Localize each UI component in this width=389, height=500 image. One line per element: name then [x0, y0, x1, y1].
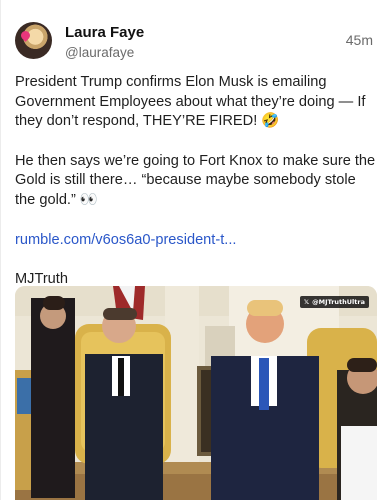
post-card[interactable]: Laura Faye @laurafaye 45m President Trum… [0, 0, 389, 500]
author-display-name[interactable]: Laura Faye [65, 23, 144, 42]
x-logo-icon: 𝕏 [303, 298, 310, 306]
heart-icon [19, 29, 32, 42]
video-frame-illustration [15, 286, 377, 500]
post-link[interactable]: rumble.com/v6os6a0-president-t... [15, 231, 380, 251]
post-paragraph: President Trump confirms Elon Musk is em… [15, 74, 366, 130]
post-paragraph: He then says we’re going to Fort Knox to… [15, 152, 376, 208]
post-body: President Trump confirms Elon Musk is em… [15, 73, 380, 290]
avatar[interactable] [15, 22, 52, 59]
author-handle[interactable]: @laurafaye [65, 43, 144, 62]
post-header: Laura Faye @laurafaye 45m [15, 22, 375, 62]
video-thumbnail[interactable]: 𝕏 @MJTruthUltra [15, 286, 377, 500]
watermark-badge: 𝕏 @MJTruthUltra [299, 296, 369, 308]
watermark-handle: @MJTruthUltra [312, 298, 365, 306]
post-timestamp[interactable]: 45m [346, 32, 373, 48]
author-block: Laura Faye @laurafaye [65, 23, 144, 62]
